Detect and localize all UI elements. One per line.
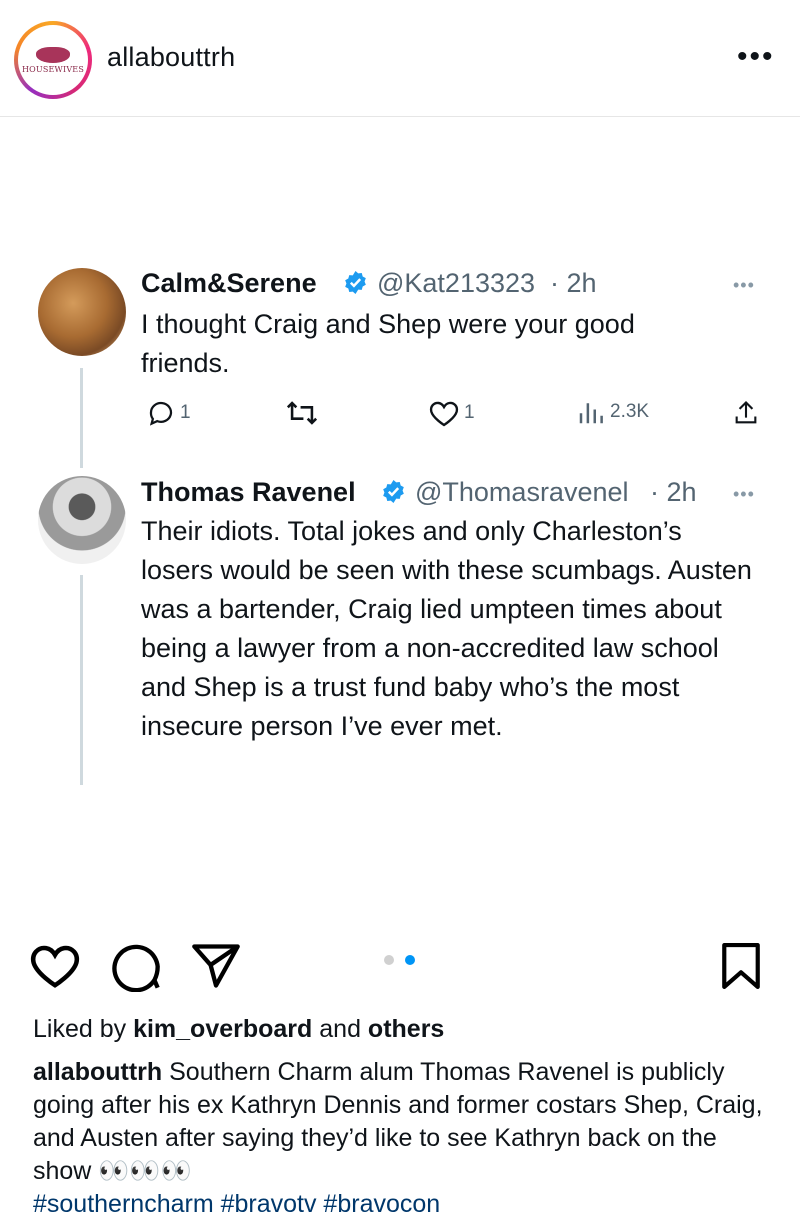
liked-mid: and	[312, 1015, 368, 1043]
like-action[interactable]: 1	[428, 398, 475, 428]
tweet2-handle: @Thomasravenel	[415, 477, 629, 507]
liked-by-line: Liked by kim_overboard and others	[33, 1013, 773, 1046]
heart-outline-icon	[429, 401, 459, 427]
carousel-dot-1	[384, 955, 394, 965]
like-heart-icon[interactable]	[28, 940, 82, 990]
tweet1-author-name: Calm&Serene	[141, 268, 317, 298]
retweet-icon	[286, 401, 318, 425]
comment-icon[interactable]	[110, 940, 162, 992]
tweet2-text: Their idiots. Total jokes and only Charl…	[141, 516, 752, 741]
tweet2-author-name: Thomas Ravenel	[141, 477, 356, 507]
thread-line	[80, 368, 83, 468]
post-username[interactable]: allabouttrh	[107, 42, 235, 73]
tweet1-handle: @Kat213323	[377, 268, 536, 298]
hashtags[interactable]: #southerncharm #bravotv #bravocon	[33, 1190, 440, 1218]
liked-user-link[interactable]: kim_overboard	[133, 1015, 312, 1043]
verified-badge-icon	[383, 480, 404, 503]
tweet1-text: I thought Craig and Shep were your good …	[141, 309, 635, 378]
views-action[interactable]: 2.3K	[576, 398, 649, 426]
tweet1-time: · 2h	[550, 268, 597, 298]
tweet1-more-icon[interactable]: •••	[733, 275, 755, 296]
more-options-icon[interactable]: •••	[737, 42, 775, 72]
tweet2-avatar	[38, 476, 126, 564]
carousel-dot-2-active	[405, 955, 415, 965]
share-icon	[735, 401, 757, 424]
caption-username[interactable]: allabouttrh	[33, 1058, 162, 1086]
like-count: 1	[464, 402, 475, 423]
profile-avatar[interactable]: HOUSEWIVES	[14, 21, 92, 99]
reply-count: 1	[180, 402, 191, 423]
bar-chart-icon	[579, 403, 603, 424]
retweet-action[interactable]	[285, 398, 323, 428]
tweet1-avatar	[38, 268, 126, 356]
verified-badge-icon	[345, 271, 366, 294]
bookmark-icon[interactable]	[718, 943, 764, 989]
thread-line-2	[80, 575, 83, 785]
post-caption: allabouttrh Southern Charm alum Thomas R…	[33, 1056, 773, 1221]
share-action[interactable]	[732, 398, 764, 428]
tweet2-time: · 2h	[650, 477, 697, 507]
reply-action[interactable]: 1	[146, 398, 191, 428]
liked-prefix: Liked by	[33, 1015, 134, 1043]
lips-logo-icon	[36, 46, 70, 63]
logo-text: HOUSEWIVES	[21, 64, 85, 74]
tweet2-more-icon[interactable]: •••	[733, 484, 755, 505]
post-header: HOUSEWIVES allabouttrh •••	[0, 0, 800, 117]
view-count: 2.3K	[610, 401, 650, 422]
avatar-logo: HOUSEWIVES	[18, 25, 88, 95]
reply-icon	[149, 401, 173, 426]
send-icon[interactable]	[190, 942, 242, 990]
liked-others-link[interactable]: others	[368, 1015, 444, 1043]
